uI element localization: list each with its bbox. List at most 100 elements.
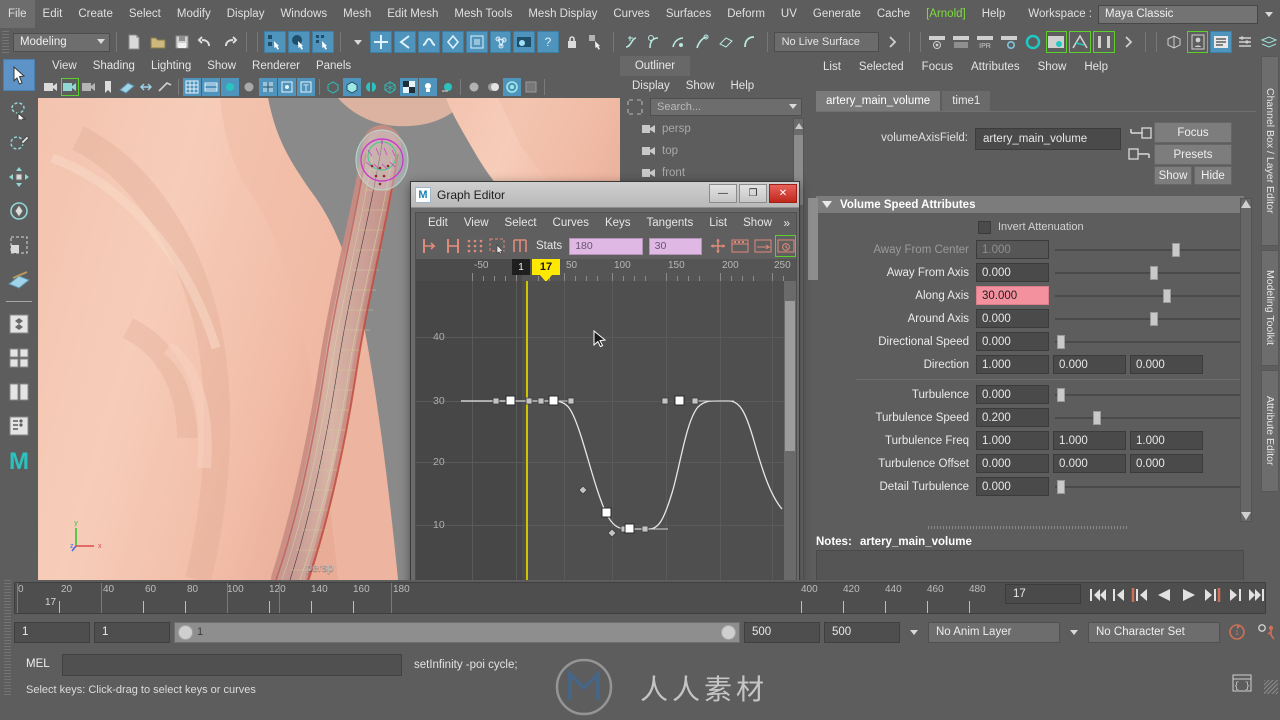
new-scene-icon[interactable]	[123, 31, 145, 53]
toggle-channel-box-icon[interactable]	[1234, 31, 1256, 53]
range-end-field[interactable]: 500	[824, 621, 900, 643]
render-settings-icon[interactable]	[998, 31, 1020, 53]
rotate-tool-icon[interactable]	[3, 195, 35, 227]
default-material-icon[interactable]	[400, 78, 418, 96]
grid-toggle-icon[interactable]	[183, 78, 201, 96]
attr-slider[interactable]	[1055, 286, 1244, 305]
attr-slider[interactable]	[1055, 332, 1244, 351]
ae-menu-show[interactable]: Show	[1029, 56, 1076, 78]
range-slider-right-handle[interactable]	[721, 624, 736, 640]
snap-to-grid-icon[interactable]	[370, 31, 393, 53]
toggle-hypergraph-icon[interactable]	[1163, 31, 1185, 53]
surface-snap-icon[interactable]	[715, 31, 737, 53]
selection-mask-icon[interactable]	[585, 31, 607, 53]
animation-curve[interactable]	[416, 281, 784, 599]
attr-value-field-y[interactable]: 1.000	[1053, 431, 1126, 450]
menu-create[interactable]: Create	[70, 0, 121, 28]
snap-to-view-plane-icon[interactable]	[465, 31, 488, 53]
minimize-icon[interactable]: —	[709, 184, 737, 203]
mel-command-input[interactable]	[62, 654, 402, 676]
panel-resize-handle[interactable]	[928, 526, 1128, 529]
paint-select-tool-icon[interactable]	[3, 127, 35, 159]
select-tool-icon[interactable]	[3, 59, 35, 91]
toggle-outliner-icon[interactable]	[1186, 31, 1209, 53]
ae-menu-list[interactable]: List	[814, 56, 850, 78]
stats-frame-field[interactable]: 180	[569, 237, 643, 255]
presets-button[interactable]: Presets	[1154, 144, 1232, 165]
ge-menu-list[interactable]: List	[701, 213, 735, 233]
curve-arc-icon[interactable]	[739, 31, 761, 53]
outliner-persp-layout-icon[interactable]	[3, 410, 35, 442]
live-surface-field[interactable]: No Live Surface	[773, 32, 879, 52]
range-start-field[interactable]: 1	[14, 621, 90, 643]
single-perspective-layout-icon[interactable]	[3, 308, 35, 340]
move-tool-icon[interactable]	[3, 161, 35, 193]
open-scene-icon[interactable]	[147, 31, 169, 53]
play-backwards-icon[interactable]	[1153, 584, 1175, 606]
vtab-channel-box-layer-editor[interactable]: Channel Box / Layer Editor	[1261, 56, 1279, 246]
attr-value-field[interactable]: 0.000	[976, 263, 1049, 282]
outliner-menu-show[interactable]: Show	[678, 76, 723, 96]
workspace-combo[interactable]: Maya Classic	[1098, 4, 1258, 24]
curve-snap-d-icon[interactable]	[691, 31, 713, 53]
tab-time1[interactable]: time1	[942, 91, 991, 111]
attr-slider[interactable]	[1055, 240, 1244, 259]
ae-menu-selected[interactable]: Selected	[850, 56, 913, 78]
panel-grip-dots[interactable]	[4, 580, 11, 696]
save-scene-icon[interactable]	[171, 31, 193, 53]
denormalize-curves-icon[interactable]	[753, 235, 774, 257]
chevron-up-icon[interactable]	[794, 119, 803, 133]
attr-value-field[interactable]: 0.000	[976, 385, 1049, 404]
arnold-render-icon[interactable]	[1069, 31, 1092, 53]
attr-value-field-y[interactable]: 0.000	[1053, 454, 1126, 473]
undo-icon[interactable]	[195, 31, 217, 53]
motion-blur-icon[interactable]	[465, 78, 483, 96]
snap-to-point-icon[interactable]	[418, 31, 440, 53]
attr-value-field-x[interactable]: 0.000	[976, 454, 1049, 473]
hypershade-icon[interactable]	[1022, 31, 1044, 53]
camera-settings-icon[interactable]	[80, 78, 98, 96]
four-view-layout-icon[interactable]	[3, 342, 35, 374]
viewport-menu-view[interactable]: View	[44, 56, 85, 76]
xray-icon[interactable]	[324, 78, 342, 96]
ge-menu-curves[interactable]: Curves	[545, 213, 597, 233]
viewport-settings-icon[interactable]	[522, 78, 540, 96]
time-slider[interactable]: 0 20 40 60 80 100 120 140 160 180 400 42…	[0, 580, 1280, 616]
close-icon[interactable]: ✕	[769, 184, 797, 203]
render-view-window-icon[interactable]	[1045, 31, 1068, 53]
menu-overflow-icon[interactable]: »	[783, 216, 790, 230]
snap-to-projected-center-icon[interactable]	[441, 31, 464, 53]
attr-value-field-z[interactable]: 0.000	[1130, 454, 1203, 473]
auto-frame-icon[interactable]	[775, 235, 796, 257]
redo-icon[interactable]	[218, 31, 240, 53]
outliner-menu-display[interactable]: Display	[624, 76, 678, 96]
multisample-aa-icon[interactable]	[484, 78, 502, 96]
snap-to-curve-icon[interactable]	[394, 31, 417, 53]
ge-menu-select[interactable]: Select	[497, 213, 545, 233]
menu-mesh[interactable]: Mesh	[335, 0, 379, 28]
chevron-down-icon[interactable]	[1258, 5, 1280, 24]
arnold-compare-icon[interactable]	[1093, 31, 1116, 53]
menu-generate[interactable]: Generate	[805, 0, 869, 28]
film-gate-icon[interactable]	[202, 78, 220, 96]
scrollbar-thumb[interactable]	[808, 198, 818, 280]
outliner-tab[interactable]: Outliner	[620, 56, 690, 76]
frame-playback-range-icon[interactable]	[708, 235, 729, 257]
go-to-end-icon[interactable]	[1246, 584, 1268, 606]
expand-arrow-icon[interactable]	[1117, 31, 1139, 53]
anim-layer-combo[interactable]: No Anim Layer	[928, 621, 1060, 643]
ge-menu-tangents[interactable]: Tangents	[639, 213, 702, 233]
ge-menu-view[interactable]: View	[456, 213, 497, 233]
menu-curves[interactable]: Curves	[605, 0, 657, 28]
selection-bracket-icon[interactable]	[625, 97, 645, 117]
step-forward-frame-icon[interactable]	[1202, 584, 1224, 606]
range-slider[interactable]: 1	[174, 621, 740, 643]
attr-slider[interactable]	[1055, 477, 1244, 496]
current-time-marker[interactable]: 17	[532, 259, 560, 282]
viewport-menu-panels[interactable]: Panels	[308, 56, 359, 76]
auto-keyframe-icon[interactable]: 1	[1224, 623, 1250, 641]
playback-end-field[interactable]: 500	[744, 621, 820, 643]
ge-menu-edit[interactable]: Edit	[420, 213, 456, 233]
attr-value-field-z[interactable]: 1.000	[1130, 431, 1203, 450]
vtab-attribute-editor[interactable]: Attribute Editor	[1261, 370, 1279, 492]
